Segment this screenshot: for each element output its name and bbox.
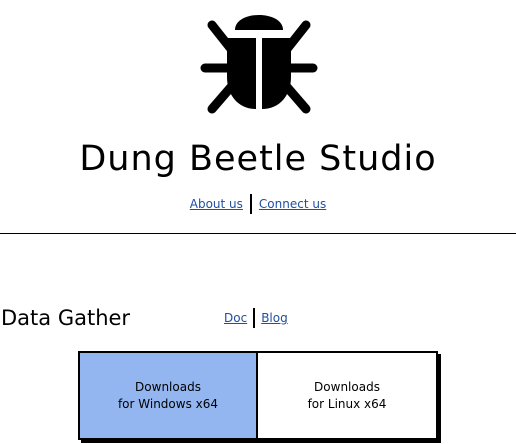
connect-us-link[interactable]: Connect us: [259, 197, 326, 211]
doc-link[interactable]: Doc: [224, 311, 247, 325]
header-nav: About us Connect us: [0, 194, 516, 214]
download-linux-line1: Downloads: [314, 379, 380, 394]
nav-separator: [249, 194, 252, 214]
blog-link[interactable]: Blog: [261, 311, 288, 325]
header-divider: [0, 233, 516, 234]
app-title: Dung Beetle Studio: [79, 139, 437, 179]
bug-logo-icon: [200, 5, 318, 117]
download-linux-button[interactable]: Downloads for Linux x64: [258, 353, 436, 438]
downloads-group: Downloads for Windows x64 Downloads for …: [78, 351, 438, 440]
download-windows-button[interactable]: Downloads for Windows x64: [80, 353, 258, 438]
download-windows-line1: Downloads: [135, 379, 201, 394]
section-nav: Doc Blog: [224, 308, 288, 328]
section-nav-separator: [253, 308, 256, 328]
download-windows-line2: for Windows x64: [117, 396, 219, 411]
about-us-link[interactable]: About us: [190, 197, 243, 211]
download-linux-line2: for Linux x64: [307, 396, 387, 411]
section-title: Data Gather: [1, 306, 131, 330]
